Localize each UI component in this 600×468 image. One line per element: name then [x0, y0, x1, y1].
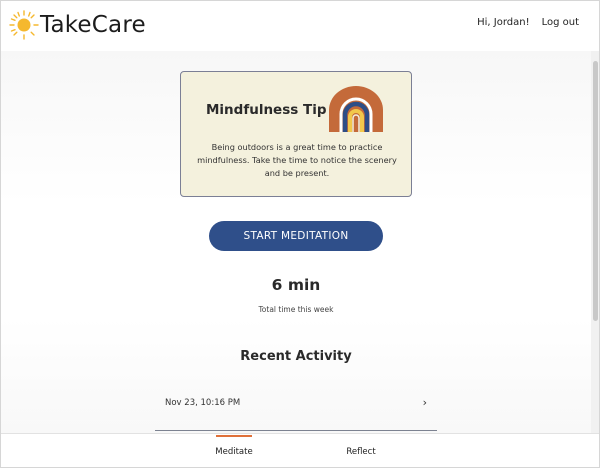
tip-title: Mindfulness Tip [206, 102, 327, 118]
mindfulness-tip-card: Mindfulness Tip Being outdoors is a grea… [180, 71, 412, 197]
chevron-right-icon: › [422, 396, 427, 409]
active-tab-indicator [216, 435, 252, 437]
tip-body: Being outdoors is a great time to practi… [197, 142, 397, 178]
total-minutes: 6 min [271, 276, 321, 294]
tab-reflect[interactable]: Reflect [321, 434, 401, 467]
brand-name: TakeCare [40, 12, 146, 38]
activity-date: Nov 23, 10:16 PM [165, 398, 241, 408]
top-bar: TakeCare Hi, Jordan! Log out [1, 1, 599, 51]
total-minutes-label: Total time this week [258, 305, 334, 314]
start-meditation-button[interactable]: START MEDITATION [209, 221, 383, 251]
scrollbar-thumb[interactable] [593, 61, 598, 321]
logout-link[interactable]: Log out [542, 17, 579, 28]
bottom-tab-bar: Meditate Reflect [1, 433, 599, 467]
sun-icon [9, 10, 39, 40]
rainbow-icon [329, 86, 383, 132]
recent-activity-title: Recent Activity [240, 349, 352, 364]
brand[interactable]: TakeCare [9, 9, 146, 41]
user-greeting: Hi, Jordan! [477, 17, 530, 28]
app-window: TakeCare Hi, Jordan! Log out Mindfulness… [0, 0, 600, 468]
main-content: Mindfulness Tip Being outdoors is a grea… [1, 51, 599, 433]
tab-meditate[interactable]: Meditate [194, 434, 274, 467]
header-actions: Hi, Jordan! Log out [477, 17, 579, 28]
activity-row[interactable]: Nov 23, 10:16 PM › [155, 385, 437, 431]
